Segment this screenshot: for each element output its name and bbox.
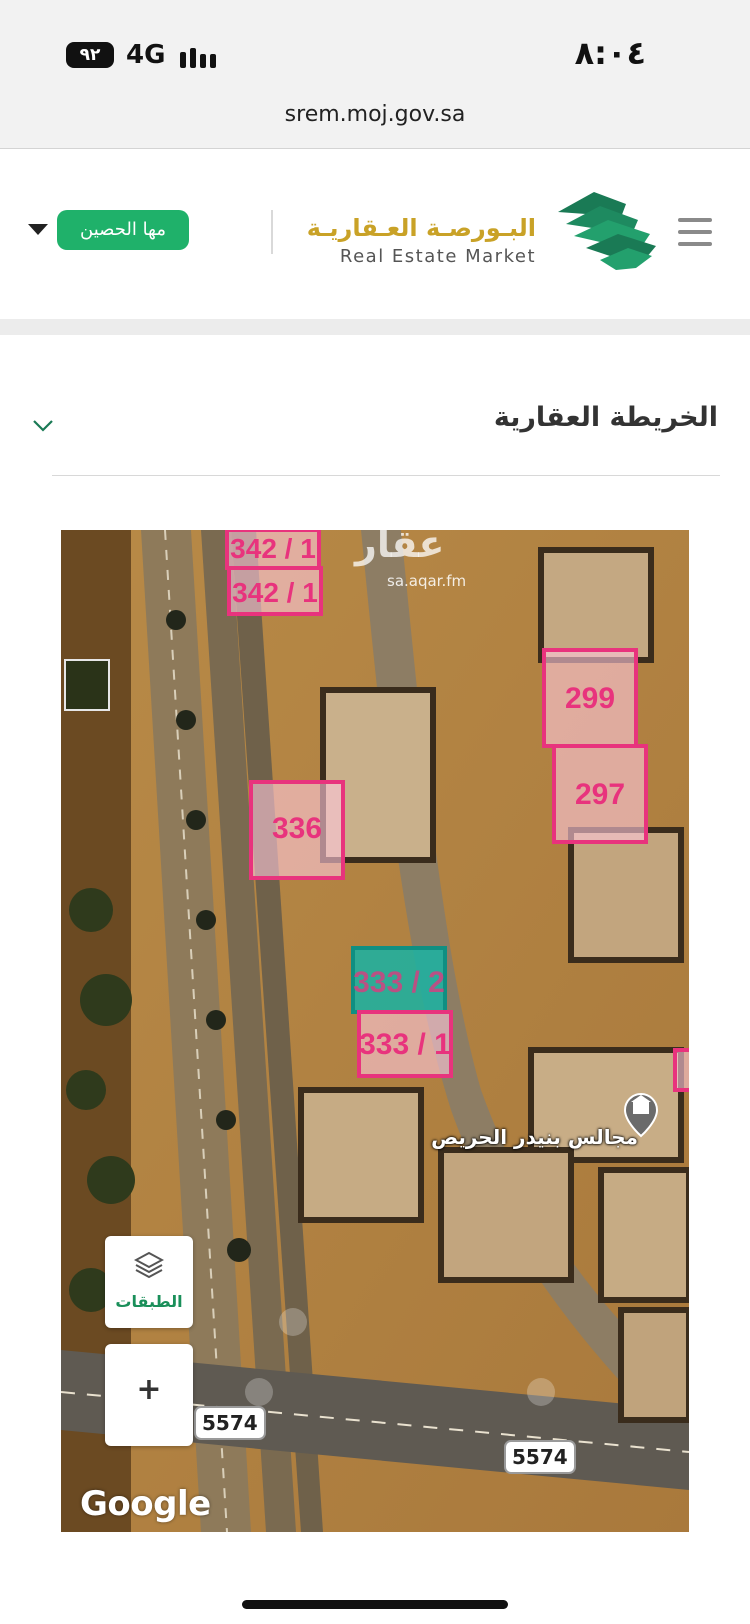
section-divider	[52, 475, 720, 476]
signal-icon	[180, 44, 220, 68]
google-attribution[interactable]: Google	[80, 1484, 211, 1524]
parcel-297[interactable]: 297	[552, 744, 648, 844]
network-type: 4G	[126, 40, 166, 70]
logo-icon[interactable]	[556, 184, 660, 278]
parcel-label: 299	[565, 682, 615, 715]
parcel-label: 297	[575, 778, 625, 811]
road-number-badge: 5574	[194, 1406, 266, 1440]
layers-label: الطبقات	[115, 1292, 183, 1311]
section-title[interactable]: الخريطة العقارية	[494, 402, 718, 433]
zoom-in-button[interactable]: +	[105, 1344, 193, 1446]
battery-indicator: ٩٢	[66, 42, 114, 68]
road-number-badge: 5574	[504, 1440, 576, 1474]
parcel-336[interactable]: 336	[249, 780, 345, 880]
parcel-342-1-top[interactable]: 342 / 1	[225, 530, 321, 570]
user-dropdown-caret-icon[interactable]	[28, 224, 48, 235]
logo-arabic-text: البـورصـة العـقاريـة	[306, 214, 536, 242]
parcel-label: 333 / 2	[353, 966, 445, 999]
chevron-down-icon[interactable]	[32, 418, 54, 437]
plus-icon: +	[136, 1372, 162, 1407]
parcel-label: 342 / 1	[230, 533, 316, 564]
clock: ٨:٠٤	[574, 34, 646, 72]
parcel-333-1[interactable]: 333 / 1	[357, 1010, 453, 1078]
parcel-333-2-selected[interactable]: 333 / 2	[351, 946, 447, 1014]
parcel-342-1[interactable]: 342 / 1	[227, 566, 323, 616]
poi-label[interactable]: مجالس بنيدر الحريص	[431, 1125, 638, 1149]
parcel-299[interactable]: 299	[542, 648, 638, 748]
header-divider	[271, 210, 273, 254]
home-indicator[interactable]	[242, 1600, 508, 1609]
parcel-label: 342 / 1	[232, 577, 318, 608]
menu-icon[interactable]	[678, 218, 712, 246]
status-bar: ٩٢ 4G ٨:٠٤ srem.moj.gov.sa	[0, 0, 750, 149]
header-shadow-band	[0, 319, 750, 335]
watermark-subtext: sa.aqar.fm	[387, 572, 467, 590]
layers-icon	[133, 1250, 165, 1284]
user-account-button[interactable]: مها الحصين	[57, 210, 189, 250]
parcel-label: 336	[272, 812, 322, 845]
parcel-label: 333 / 1	[359, 1028, 451, 1061]
logo-english-text: Real Estate Market	[339, 246, 536, 267]
watermark-logo: عقار	[355, 522, 445, 566]
url-bar[interactable]: srem.moj.gov.sa	[0, 102, 750, 127]
layers-button[interactable]: الطبقات	[105, 1236, 193, 1328]
